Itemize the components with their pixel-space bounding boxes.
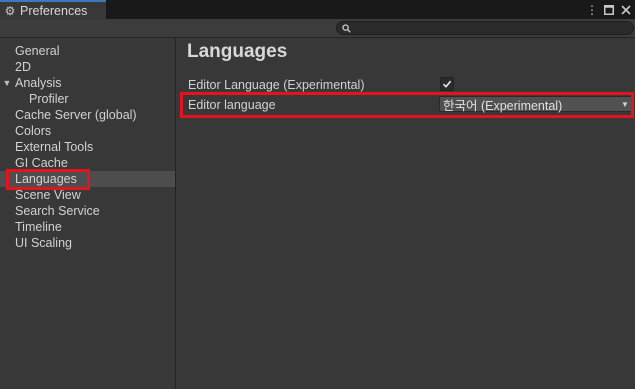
preferences-window: ⚙ Preferences ⋮ General 2D ▼ Analysis Pr… [0, 0, 635, 389]
sidebar-item-profiler[interactable]: Profiler [0, 91, 175, 107]
window-controls: ⋮ [585, 0, 633, 19]
editor-language-dropdown[interactable]: 한국어 (Experimental) ▼ [439, 96, 634, 113]
search-field[interactable] [336, 21, 634, 35]
sidebar-item-label: Analysis [15, 76, 62, 90]
sidebar-item-label: Languages [15, 172, 77, 186]
checkmark-icon [442, 80, 452, 88]
title-bar: ⚙ Preferences ⋮ [0, 0, 635, 19]
preferences-sidebar: General 2D ▼ Analysis Profiler Cache Serv… [0, 38, 176, 389]
sidebar-item-cache-server[interactable]: Cache Server (global) [0, 107, 175, 123]
sidebar-item-languages[interactable]: Languages [0, 171, 175, 187]
sidebar-item-label: Profiler [29, 92, 69, 106]
preferences-tab[interactable]: ⚙ Preferences [0, 0, 106, 19]
category-list: General 2D ▼ Analysis Profiler Cache Serv… [0, 43, 175, 251]
sidebar-item-label: Scene View [15, 188, 81, 202]
sidebar-item-colors[interactable]: Colors [0, 123, 175, 139]
sidebar-item-gi-cache[interactable]: GI Cache [0, 155, 175, 171]
more-options-icon[interactable]: ⋮ [585, 2, 599, 18]
sidebar-item-ui-scaling[interactable]: UI Scaling [0, 235, 175, 251]
sidebar-item-timeline[interactable]: Timeline [0, 219, 175, 235]
sidebar-item-analysis[interactable]: ▼ Analysis [0, 75, 175, 91]
sidebar-item-2d[interactable]: 2D [0, 59, 175, 75]
sidebar-item-label: 2D [15, 60, 31, 74]
editor-language-label: Editor language [188, 98, 276, 112]
editor-language-value: 한국어 (Experimental) [443, 98, 563, 113]
maximize-icon[interactable] [602, 2, 616, 18]
editor-language-row: Editor language 한국어 (Experimental) ▼ [188, 96, 634, 114]
editor-language-experimental-checkbox[interactable] [440, 77, 454, 91]
sidebar-item-label: General [15, 44, 60, 58]
sidebar-item-label: UI Scaling [15, 236, 72, 250]
close-icon[interactable] [619, 2, 633, 18]
sidebar-item-label: External Tools [15, 140, 94, 154]
search-input[interactable] [351, 22, 633, 34]
dropdown-arrow-icon: ▼ [621, 99, 629, 109]
page-title: Languages [187, 41, 288, 62]
sidebar-item-label: Timeline [15, 220, 62, 234]
sidebar-item-search-service[interactable]: Search Service [0, 203, 175, 219]
sidebar-item-label: GI Cache [15, 156, 68, 170]
sidebar-item-external-tools[interactable]: External Tools [0, 139, 175, 155]
search-icon [341, 23, 351, 33]
sidebar-item-label: Colors [15, 124, 52, 138]
sidebar-item-label: Search Service [15, 204, 100, 218]
foldout-arrow-icon[interactable]: ▼ [2, 75, 12, 91]
editor-language-experimental-row: Editor Language (Experimental) [188, 76, 634, 94]
sidebar-item-label: Cache Server (global) [15, 108, 137, 122]
tab-title: Preferences [20, 3, 88, 18]
editor-language-experimental-label: Editor Language (Experimental) [188, 78, 365, 92]
sidebar-item-general[interactable]: General [0, 43, 175, 59]
toolbar [0, 19, 635, 38]
languages-panel: Languages Editor Language (Experimental)… [176, 38, 635, 389]
gear-icon: ⚙ [4, 3, 16, 18]
sidebar-item-scene-view[interactable]: Scene View [0, 187, 175, 203]
